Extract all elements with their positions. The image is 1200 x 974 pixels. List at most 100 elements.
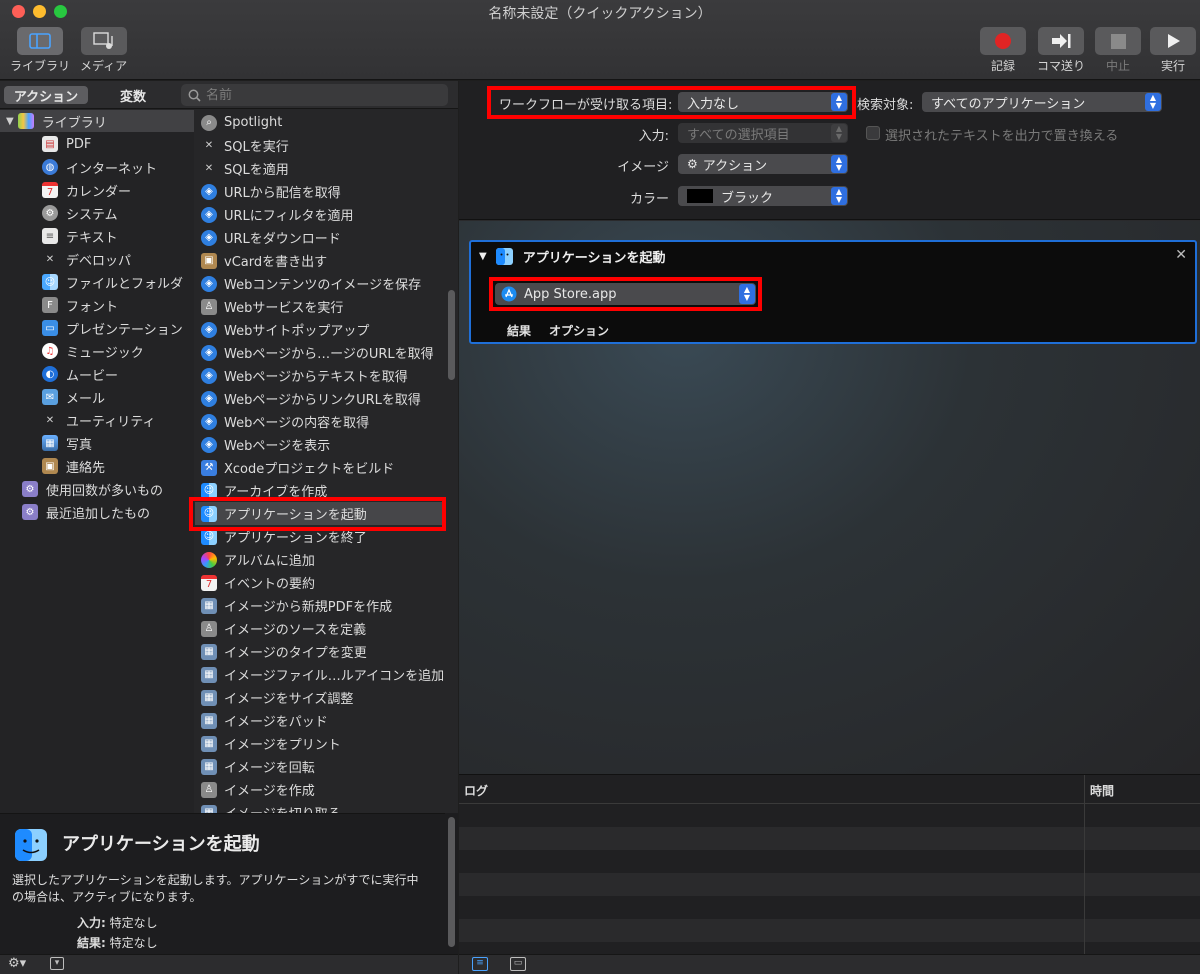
actions-tab[interactable]: アクション xyxy=(4,86,88,105)
close-icon[interactable]: ✕ xyxy=(1175,247,1187,263)
library-item-label: ファイルとフォルダ xyxy=(66,276,184,292)
replace-text-label: 選択されたテキストを出力で置き換える xyxy=(885,129,1119,144)
smart-folder-recently-added[interactable]: ⚙ 最近追加したもの xyxy=(22,501,150,523)
tab-options[interactable]: オプション xyxy=(549,322,609,339)
search-field[interactable] xyxy=(181,84,448,106)
action-list-item[interactable]: ✕ SQLを実行 xyxy=(195,134,445,157)
library-toggle-button[interactable]: ライブラリ xyxy=(10,27,70,74)
library-item-photos[interactable]: ▦ 写真 xyxy=(42,432,92,454)
library-item-calendar[interactable]: 7 カレンダー xyxy=(42,179,131,201)
action-list-item[interactable]: ◈ Webページを表示 xyxy=(195,433,445,456)
action-list-item[interactable]: ▦ イメージを回転 xyxy=(195,755,445,778)
action-list-item[interactable]: ◈ Webコンテンツのイメージを保存 xyxy=(195,272,445,295)
action-list-item[interactable]: ✕ SQLを適用 xyxy=(195,157,445,180)
smart-folder-most-used[interactable]: ⚙ 使用回数が多いもの xyxy=(22,478,163,500)
tab-result[interactable]: 結果 xyxy=(507,322,531,339)
library-root-label: ライブラリ xyxy=(41,115,107,131)
action-list-item[interactable]: ▦ イメージを切り取る xyxy=(195,801,445,813)
library-item-internet[interactable]: ◍ インターネット xyxy=(42,156,157,178)
library-item-developer[interactable]: ✕ デベロッパ xyxy=(42,248,131,270)
replace-text-checkbox[interactable] xyxy=(866,126,880,140)
library-item-presentation[interactable]: ▭ プレゼンテーション xyxy=(42,317,183,339)
action-list-item[interactable]: アルバムに追加 xyxy=(195,548,445,571)
action-list-item[interactable]: ♙ Webサービスを実行 xyxy=(195,295,445,318)
input-popup[interactable]: すべての選択項目 ▲ ▼ xyxy=(678,123,848,143)
library-item-system[interactable]: ⚙ システム xyxy=(42,202,118,224)
step-button[interactable]: コマ送り xyxy=(1037,27,1085,74)
color-popup[interactable]: ブラック ▲ ▼ xyxy=(678,186,848,206)
action-list: ⌕ Spotlight ✕ SQLを実行 ✕ SQLを適用 ◈ URLから配信を取得 ◈ URLに… xyxy=(195,110,445,813)
action-list-item[interactable]: ◈ WebページからリンクURLを取得 xyxy=(195,387,445,410)
search-target-popup[interactable]: すべてのアプリケーション ▲ ▼ xyxy=(922,92,1162,112)
action-list-scrollbar[interactable] xyxy=(445,110,458,813)
updown-chevron-icon: ▲ ▼ xyxy=(831,93,847,111)
safari-icon: ◈ xyxy=(201,229,217,246)
library-root[interactable]: ▼ ライブラリ xyxy=(0,110,194,132)
image-value: アクション xyxy=(702,158,768,174)
disclosure-down-icon: ▼ xyxy=(6,115,14,127)
action-list-item[interactable]: ▦ イメージから新規PDFを作成 xyxy=(195,594,445,617)
scroll-thumb[interactable] xyxy=(448,817,455,947)
application-popup[interactable]: App Store.app ▲ ▼ xyxy=(495,283,756,305)
show-description-icon[interactable]: ▾ xyxy=(50,957,64,970)
time-column-header[interactable]: 時間 xyxy=(1090,782,1114,799)
action-card-title: アプリケーションを起動 xyxy=(522,251,666,266)
description-scrollbar[interactable] xyxy=(445,813,458,954)
action-list-item[interactable]: ⌕ Spotlight xyxy=(195,111,445,134)
log-row xyxy=(459,873,1200,896)
gear-menu-icon[interactable]: ⚙▾ xyxy=(8,956,26,971)
library-item-movies[interactable]: ◐ ムービー xyxy=(42,363,118,385)
receives-popup[interactable]: 入力なし ▲ ▼ xyxy=(678,92,848,112)
search-input[interactable] xyxy=(206,87,436,103)
action-list-item[interactable]: ▣ vCardを書き出す xyxy=(195,249,445,272)
image-popup[interactable]: ⚙ アクション ▲ ▼ xyxy=(678,154,848,174)
action-list-item[interactable]: ◈ Webページからテキストを取得 xyxy=(195,364,445,387)
window-title: 名称未設定（クイックアクション） xyxy=(488,6,712,22)
action-list-item[interactable]: ◈ URLをダウンロード xyxy=(195,226,445,249)
workflow-canvas[interactable]: ▼ アプリケーションを起動 ✕ App Store.app ▲ ▼ 結果 オプショ… xyxy=(459,221,1200,774)
action-list-item[interactable]: ▦ イメージファイル…ルアイコンを追加 xyxy=(195,663,445,686)
library-bottom-bar: ⚙▾ ▾ xyxy=(0,954,458,974)
log-column-header[interactable]: ログ xyxy=(464,782,488,799)
preview-image-icon: ▦ xyxy=(201,666,217,683)
action-list-item[interactable]: ◈ Webページから…ージのURLを取得 xyxy=(195,341,445,364)
variables-tab[interactable]: 変数 xyxy=(98,86,168,105)
library-item-music[interactable]: ♫ ミュージック xyxy=(42,340,144,362)
log-view-icon[interactable]: ≡ xyxy=(472,957,488,971)
step-forward-icon xyxy=(1052,34,1071,48)
action-list-item[interactable]: ◈ URLにフィルタを適用 xyxy=(195,203,445,226)
action-list-item[interactable]: ◈ URLから配信を取得 xyxy=(195,180,445,203)
record-button[interactable]: 記録 xyxy=(980,27,1026,74)
library-item-utilities[interactable]: ✕ ユーティリティ xyxy=(42,409,156,431)
variables-view-icon[interactable]: ▭ xyxy=(510,957,526,971)
library-item-mail[interactable]: ✉ メール xyxy=(42,386,105,408)
library-item-contacts[interactable]: ▣ 連絡先 xyxy=(42,455,105,477)
action-list-item[interactable]: ▦ イメージをパッド xyxy=(195,709,445,732)
library-item-files-folders[interactable]: ☺ ファイルとフォルダ xyxy=(42,271,183,293)
action-list-item[interactable]: ◈ Webページの内容を取得 xyxy=(195,410,445,433)
disclosure-down-icon[interactable]: ▼ xyxy=(479,251,487,262)
music-note-icon: ♫ xyxy=(42,343,58,359)
run-button[interactable]: 実行 xyxy=(1150,27,1196,74)
action-card-launch-app[interactable]: ▼ アプリケーションを起動 ✕ App Store.app ▲ ▼ 結果 オプショ… xyxy=(469,240,1197,344)
preview-image-icon: ▦ xyxy=(201,758,217,775)
library-item-text[interactable]: ≡ テキスト xyxy=(42,225,118,247)
mail-stamp-icon: ✉ xyxy=(42,389,58,405)
library-item-pdf[interactable]: ▤ PDF xyxy=(42,133,91,155)
action-list-item[interactable]: ♙ イメージを作成 xyxy=(195,778,445,801)
finder-icon xyxy=(15,829,47,861)
action-list-label: イメージをパッド xyxy=(224,715,328,730)
stop-button[interactable]: 中止 xyxy=(1095,27,1141,74)
action-list-item[interactable]: ♙ イメージのソースを定義 xyxy=(195,617,445,640)
action-list-item[interactable]: ▦ イメージのタイプを変更 xyxy=(195,640,445,663)
action-list-item[interactable]: 7 イベントの要約 xyxy=(195,571,445,594)
action-list-label: Webページから…ージのURLを取得 xyxy=(224,347,434,362)
action-list-item[interactable]: ▦ イメージをプリント xyxy=(195,732,445,755)
scroll-thumb[interactable] xyxy=(448,290,455,380)
library-item-fonts[interactable]: F フォント xyxy=(42,294,118,316)
media-button[interactable]: メディア xyxy=(80,27,127,74)
action-list-item[interactable]: ⚒ Xcodeプロジェクトをビルド xyxy=(195,456,445,479)
workflow-settings: ワークフローが受け取る項目: 入力なし ▲ ▼ 検索対象: すべてのアプリケーショ… xyxy=(459,81,1200,220)
action-list-item[interactable]: ▦ イメージをサイズ調整 xyxy=(195,686,445,709)
action-list-item[interactable]: ◈ Webサイトポップアップ xyxy=(195,318,445,341)
